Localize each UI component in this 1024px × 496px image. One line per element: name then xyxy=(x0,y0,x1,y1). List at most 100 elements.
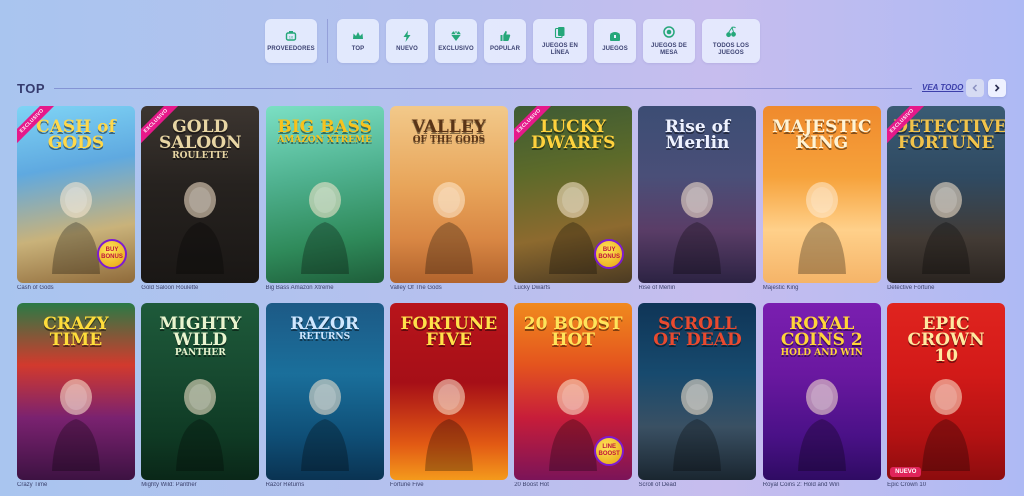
game-art-title-main: DETECTIVE FORTUNE xyxy=(893,117,1006,153)
game-name[interactable]: Gold Saloon Roulette xyxy=(141,285,259,293)
feature-badge: BUY BONUS xyxy=(97,239,127,269)
game-card[interactable]: 20 BOOST HOT LINE BOOST 20 Boost Hot xyxy=(514,303,633,490)
game-artwork xyxy=(667,371,727,476)
game-card[interactable]: LUCKY DWARFS EXCLUSIVO BUY BONUS Lucky Dwar… xyxy=(514,106,633,293)
category-label: JUEGOS DE MESA xyxy=(651,42,687,56)
game-card[interactable]: CASH of GODS EXCLUSIVO BUY BONUS Cash of Go… xyxy=(17,106,135,293)
feature-badge: BUY BONUS xyxy=(594,239,625,269)
game-thumbnail[interactable]: GOLD SALOON ROULETTE EXCLUSIVO xyxy=(141,106,260,283)
game-artwork xyxy=(667,174,727,279)
game-art-subtitle: RETURNS xyxy=(299,332,351,342)
game-thumbnail[interactable]: SCROLL OF DEAD xyxy=(638,303,757,480)
game-card[interactable]: EPIC CROWN 10 NUEVO Epic Crown 10 xyxy=(887,303,1006,490)
game-thumbnail[interactable]: RAZOR RETURNS xyxy=(265,303,384,480)
game-name[interactable]: Mighty Wild: Panther xyxy=(141,482,259,490)
game-name[interactable]: Lucky Dwarfs xyxy=(514,285,632,293)
game-thumbnail[interactable]: 20 BOOST HOT LINE BOOST xyxy=(514,303,633,480)
game-card[interactable]: FORTUNE FIVE Fortune Five xyxy=(389,303,508,490)
game-card[interactable]: MIGHTY WILD PANTHER Mighty Wild: Panther xyxy=(141,303,260,490)
category-label: JUEGOS EN LÍNEA xyxy=(542,42,578,56)
category-label: TOP xyxy=(351,46,365,52)
cherries-icon xyxy=(725,26,737,39)
category-table[interactable]: JUEGOS DE MESA xyxy=(643,19,695,63)
game-name[interactable]: Detective Fortune xyxy=(887,285,1005,293)
category-exclusive[interactable]: EXCLUSIVO xyxy=(435,19,477,63)
game-thumbnail[interactable]: BIG BASS AMAZON XTREME xyxy=(265,106,384,283)
game-thumbnail[interactable]: ROYAL COINS 2 HOLD AND WIN xyxy=(762,303,881,480)
game-thumbnail[interactable]: VALLEY OF THE GODS xyxy=(389,106,508,283)
game-card[interactable]: CRAZY TIME Crazy Time xyxy=(17,303,135,490)
game-thumbnail[interactable]: Rise of Merlin xyxy=(638,106,757,283)
game-name[interactable]: Crazy Time xyxy=(17,482,135,490)
category-new[interactable]: NUEVO xyxy=(386,19,428,63)
game-art-title-main: FORTUNE FIVE xyxy=(400,314,498,350)
game-name[interactable]: Valley Of The Gods xyxy=(390,285,508,293)
feature-badge: LINE BOOST xyxy=(594,436,625,466)
game-name[interactable]: Rise of Merlin xyxy=(638,285,756,293)
category-providers[interactable]: 10 PROVEEDORES xyxy=(265,19,317,63)
game-art-title-main: SCROLL OF DEAD xyxy=(653,314,742,350)
game-name[interactable]: Scroll of Dead xyxy=(638,482,756,490)
game-artwork xyxy=(170,174,230,279)
category-online[interactable]: JUEGOS EN LÍNEA xyxy=(533,19,587,63)
game-name[interactable]: Razor Returns xyxy=(266,482,384,490)
game-artwork xyxy=(46,174,106,279)
game-thumbnail[interactable]: CRAZY TIME xyxy=(17,303,135,480)
treasure-chest-icon xyxy=(609,29,621,42)
game-artwork xyxy=(916,371,976,476)
game-art-title-main: Rise of Merlin xyxy=(664,117,731,153)
category-all[interactable]: TODOS LOS JUEGOS xyxy=(702,19,760,63)
game-art-title-main: ROYAL COINS 2 xyxy=(780,314,863,350)
game-thumbnail[interactable]: MIGHTY WILD PANTHER xyxy=(141,303,260,480)
game-art-title: SCROLL OF DEAD xyxy=(638,314,756,350)
game-artwork xyxy=(543,174,603,279)
see-all-link[interactable]: VEA TODO xyxy=(922,83,963,92)
section-divider xyxy=(54,88,912,89)
game-thumbnail[interactable]: CASH of GODS EXCLUSIVO BUY BONUS xyxy=(17,106,135,283)
game-name[interactable]: Royal Coins 2: Hold and Win xyxy=(763,482,881,490)
game-card[interactable]: MAJESTIC KING Majestic King xyxy=(762,106,881,293)
game-card[interactable]: ROYAL COINS 2 HOLD AND WIN Royal Coins 2: … xyxy=(762,303,881,490)
game-artwork xyxy=(792,371,852,476)
game-thumbnail[interactable]: DETECTIVE FORTUNE EXCLUSIVO xyxy=(887,106,1006,283)
game-card[interactable]: SCROLL OF DEAD Scroll of Dead xyxy=(638,303,757,490)
crown-icon xyxy=(352,29,364,42)
category-label: JUEGOS xyxy=(602,46,628,52)
game-name[interactable]: Majestic King xyxy=(763,285,881,293)
game-name[interactable]: 20 Boost Hot xyxy=(514,482,632,490)
game-card[interactable]: DETECTIVE FORTUNE EXCLUSIVO Detective Fort… xyxy=(887,106,1006,293)
game-thumbnail[interactable]: FORTUNE FIVE xyxy=(389,303,508,480)
game-card[interactable]: RAZOR RETURNS Razor Returns xyxy=(265,303,384,490)
game-art-title: GOLD SALOON ROULETTE xyxy=(141,119,259,162)
category-label: TODOS LOS JUEGOS xyxy=(712,42,750,56)
game-card[interactable]: VALLEY OF THE GODS Valley Of The Gods xyxy=(389,106,508,293)
game-art-title-main: LUCKY DWARFS xyxy=(530,117,616,153)
diamond-icon xyxy=(450,29,462,42)
new-badge: NUEVO xyxy=(890,467,922,477)
svg-text:10: 10 xyxy=(289,35,294,39)
game-name[interactable]: Fortune Five xyxy=(390,482,508,490)
game-art-title: 20 BOOST HOT xyxy=(514,316,632,349)
game-thumbnail[interactable]: MAJESTIC KING xyxy=(762,106,881,283)
chevron-right-icon xyxy=(994,84,1000,92)
carousel-next-button[interactable] xyxy=(988,79,1006,97)
thumbs-up-icon xyxy=(499,29,511,42)
category-games[interactable]: JUEGOS xyxy=(594,19,636,63)
game-card[interactable]: GOLD SALOON ROULETTE EXCLUSIVO Gold Saloon … xyxy=(141,106,260,293)
game-art-title: Rise of Merlin xyxy=(638,117,756,153)
game-name[interactable]: Big Bass Amazon Xtreme xyxy=(266,285,384,293)
game-card[interactable]: Rise of Merlin Rise of Merlin xyxy=(638,106,757,293)
game-name[interactable]: Cash of Gods xyxy=(17,285,135,293)
category-popular[interactable]: POPULAR xyxy=(484,19,526,63)
game-art-subtitle: AMAZON XTREME xyxy=(277,135,372,145)
game-thumbnail[interactable]: LUCKY DWARFS EXCLUSIVO BUY BONUS xyxy=(514,106,633,283)
game-card[interactable]: BIG BASS AMAZON XTREME Big Bass Amazon Xtr… xyxy=(265,106,384,293)
game-artwork xyxy=(419,371,479,476)
carousel-prev-button[interactable] xyxy=(966,79,984,97)
game-thumbnail[interactable]: EPIC CROWN 10 NUEVO xyxy=(887,303,1006,480)
category-top[interactable]: TOP xyxy=(337,19,379,63)
category-separator xyxy=(327,19,328,63)
game-artwork xyxy=(916,174,976,279)
game-name[interactable]: Epic Crown 10 xyxy=(887,482,1005,490)
game-art-title: EPIC CROWN 10 xyxy=(887,316,1005,365)
